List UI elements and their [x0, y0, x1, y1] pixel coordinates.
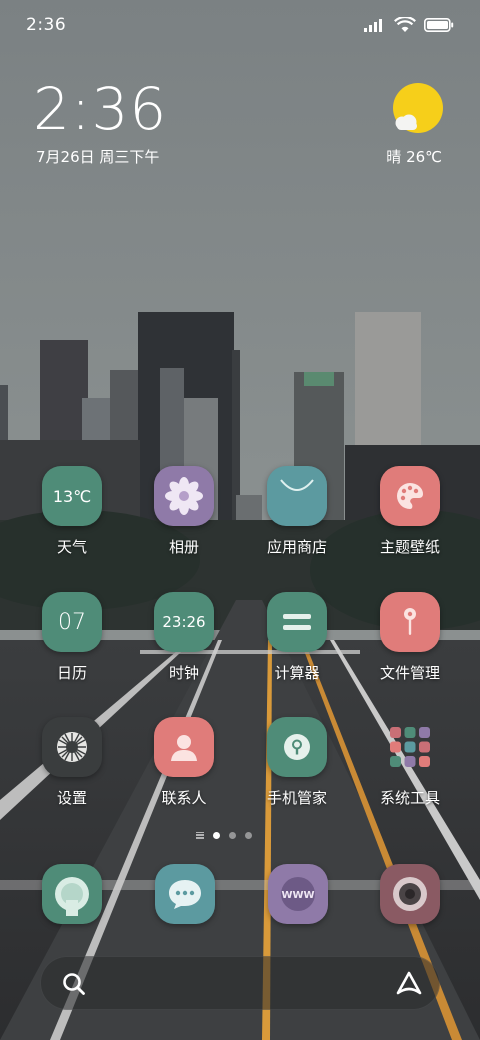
- dock-browser[interactable]: WWW: [268, 864, 328, 924]
- shield-lock-icon[interactable]: [267, 717, 327, 777]
- search-icon[interactable]: [61, 971, 87, 997]
- app-label: 天气: [56, 538, 87, 556]
- page-dot[interactable]: [229, 831, 236, 839]
- app-label: 日历: [56, 664, 87, 682]
- www-globe-icon: WWW: [281, 877, 315, 911]
- app-clock[interactable]: 23:26 时钟: [134, 592, 234, 692]
- wifi-icon: [394, 17, 416, 32]
- clock-widget-date[interactable]: 7月26日 周三下午: [36, 146, 159, 167]
- app-contacts[interactable]: 联系人: [134, 717, 234, 817]
- app-calendar[interactable]: 07 日历: [22, 592, 122, 692]
- camera-lens-icon: [393, 877, 427, 911]
- status-icons: [364, 15, 454, 35]
- page-dot[interactable]: [213, 831, 220, 839]
- app-label: 系统工具: [379, 789, 440, 807]
- search-bar[interactable]: [40, 956, 440, 1010]
- shopping-bag-icon[interactable]: [267, 466, 327, 526]
- pin-icon[interactable]: [380, 592, 440, 652]
- calendar-icon[interactable]: 07: [42, 592, 102, 652]
- svg-text:WWW: WWW: [281, 890, 314, 901]
- page-list-indicator[interactable]: [196, 831, 204, 839]
- weather-temperature: 13℃: [52, 486, 92, 506]
- app-settings[interactable]: 设置: [22, 717, 122, 817]
- app-themes[interactable]: 主题壁纸: [360, 466, 460, 566]
- weather-icon[interactable]: 13℃: [42, 466, 102, 526]
- app-label: 文件管理: [379, 664, 440, 682]
- app-calculator[interactable]: 计算器: [247, 592, 347, 692]
- app-store[interactable]: 应用商店: [247, 466, 347, 566]
- flower-gallery-icon[interactable]: [154, 466, 214, 526]
- battery-icon: [424, 18, 454, 32]
- clock-icon[interactable]: 23:26: [154, 592, 214, 652]
- status-time: 2:36: [26, 15, 67, 35]
- app-label: 相册: [168, 538, 199, 556]
- calendar-day: 07: [58, 609, 86, 635]
- palette-icon[interactable]: [380, 466, 440, 526]
- gear-icon[interactable]: [42, 717, 102, 777]
- phone-circle-icon: [55, 877, 89, 916]
- assistant-icon[interactable]: [395, 970, 423, 998]
- dock-messages[interactable]: [155, 864, 215, 924]
- page-dot[interactable]: [245, 831, 252, 839]
- app-label: 主题壁纸: [379, 538, 440, 556]
- weather-widget-text[interactable]: 晴 26℃: [386, 146, 442, 167]
- chat-bubble-icon: [169, 880, 201, 909]
- dock-camera[interactable]: [380, 864, 440, 924]
- folder-system-tools[interactable]: 系统工具: [360, 717, 460, 817]
- folder-grid-icon[interactable]: [380, 717, 440, 777]
- signal-icon: [364, 19, 382, 32]
- app-label: 时钟: [168, 664, 199, 682]
- equals-icon[interactable]: [267, 592, 327, 652]
- person-icon[interactable]: [154, 717, 214, 777]
- app-label: 联系人: [161, 789, 207, 807]
- dock-phone[interactable]: [42, 864, 102, 924]
- app-weather[interactable]: 13℃ 天气: [22, 466, 122, 566]
- app-file-manager[interactable]: 文件管理: [360, 592, 460, 692]
- page-indicator[interactable]: [196, 829, 276, 841]
- sunny-partly-cloudy-icon[interactable]: [390, 82, 446, 138]
- app-label: 计算器: [274, 664, 320, 682]
- clock-tile-time: 23:26: [162, 613, 206, 631]
- app-label: 设置: [56, 789, 87, 807]
- app-label: 手机管家: [266, 789, 327, 807]
- clock-widget-time[interactable]: 2:36: [33, 76, 167, 142]
- app-label: 应用商店: [266, 538, 327, 556]
- app-security[interactable]: 手机管家: [247, 717, 347, 817]
- status-bar: 2:36: [0, 0, 480, 52]
- app-gallery[interactable]: 相册: [134, 466, 234, 566]
